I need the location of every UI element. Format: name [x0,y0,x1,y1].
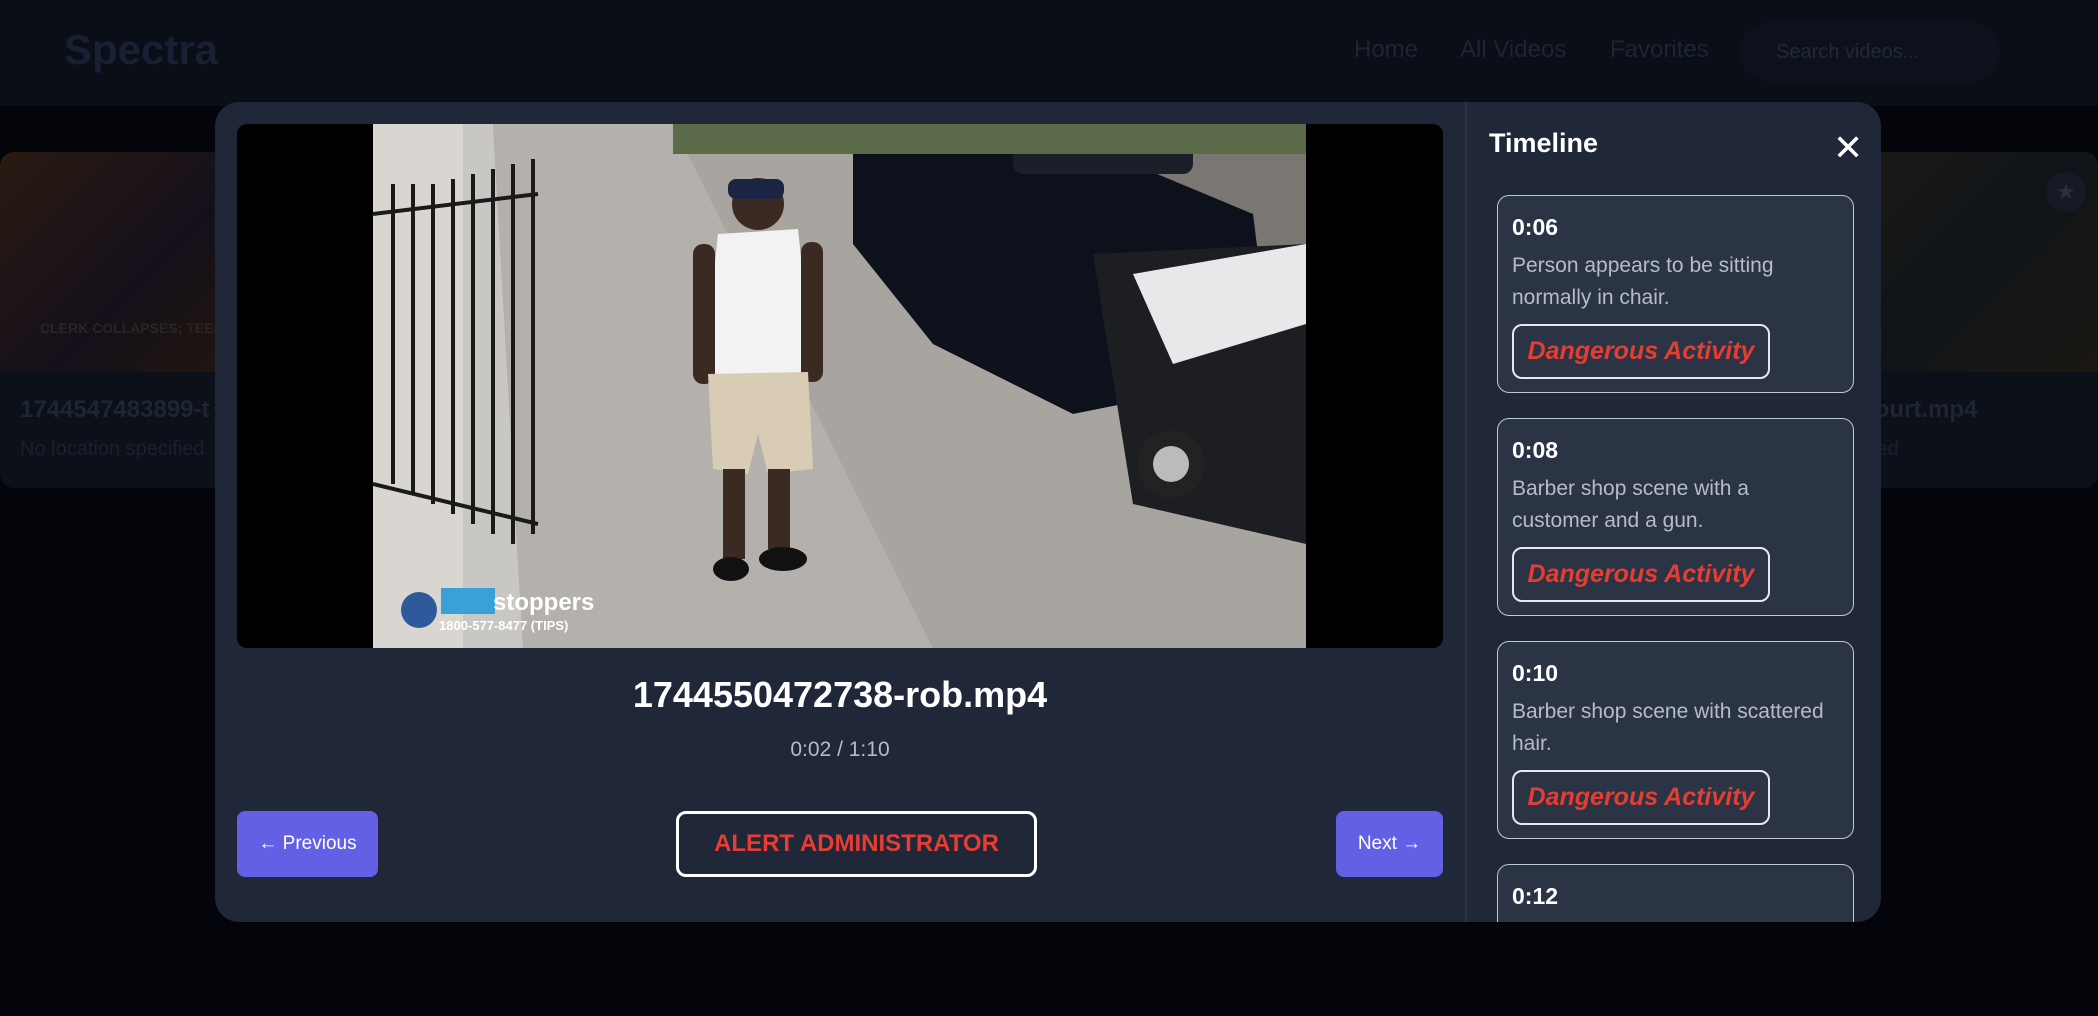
next-button[interactable]: Next → [1336,811,1443,877]
search-input[interactable]: Search videos... [1740,22,2000,82]
nav-home[interactable]: Home [1354,36,1418,64]
video-player[interactable]: stoppers 1800-577-8477 (TIPS) [237,124,1443,648]
event-description: Barber shop scene with scattered hair. [1512,700,1824,755]
top-nav-bar: Spectra Home All Videos Favorites Search… [0,0,2098,106]
video-card-title: 1744547483899-t [20,396,210,423]
video-card-location: No location specified [20,438,205,460]
timeline-event[interactable]: 0:08 Barber shop scene with a customer a… [1497,418,1854,616]
event-time: 0:08 [1512,437,1559,463]
video-card[interactable]: CLERK COLLAPSES; TEENS ROB 1744547483899… [0,152,226,488]
nav-all-videos[interactable]: All Videos [1460,36,1566,64]
favorite-star-icon[interactable]: ★ [2046,172,2086,212]
event-time: 0:12 [1512,883,1559,909]
playback-time: 0:02 / 1:10 [790,738,890,761]
app-logo: Spectra [64,26,219,73]
dangerous-activity-badge: Dangerous Activity [1512,770,1770,825]
video-modal: stoppers 1800-577-8477 (TIPS) 1744550472… [215,102,1881,922]
timeline-panel: Timeline ✕ 0:06 Person appears to be sit… [1465,102,1881,922]
crimestoppers-watermark: stoppers [493,589,594,616]
nav-favorites[interactable]: Favorites [1610,36,1709,64]
video-file-title: 1744550472738-rob.mp4 [632,674,1048,715]
alert-administrator-button[interactable]: ALERT ADMINISTRATOR [676,811,1037,877]
video-thumbnail: CLERK COLLAPSES; TEENS ROB [0,152,226,372]
timeline-event[interactable]: 0:12 [1497,864,1854,922]
thumbnail-caption: CLERK COLLAPSES; TEENS ROB [40,320,226,336]
timeline-event[interactable]: 0:06 Person appears to be sitting normal… [1497,195,1854,393]
event-description: Person appears to be sitting normally in… [1512,254,1774,309]
dangerous-activity-badge: Dangerous Activity [1512,324,1770,379]
timeline-title: Timeline [1489,128,1599,158]
timeline-event[interactable]: 0:10 Barber shop scene with scattered ha… [1497,641,1854,839]
event-time: 0:10 [1512,660,1559,686]
dangerous-activity-badge: Dangerous Activity [1512,547,1770,602]
event-description: Barber shop scene with a customer and a … [1512,477,1749,532]
close-icon[interactable]: ✕ [1833,130,1863,166]
video-frame: stoppers 1800-577-8477 (TIPS) [373,124,1306,648]
previous-button[interactable]: ← Previous [237,811,378,877]
crimestoppers-phone: 1800-577-8477 (TIPS) [439,618,568,633]
event-time: 0:06 [1512,214,1559,240]
